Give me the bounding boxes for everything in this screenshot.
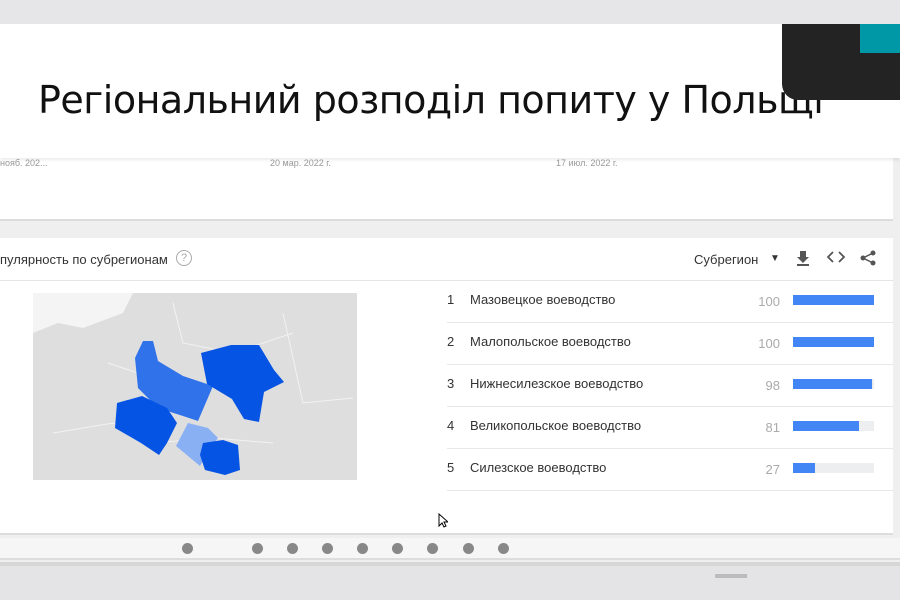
region-row[interactable]: 1 Мазовецкое воеводство 100 [447,281,893,323]
region-malopolskie [200,440,240,475]
region-value: 98 [765,378,780,393]
pagination-dot[interactable] [287,543,298,554]
region-rank: 4 [447,418,455,433]
subregion-panel: пулярность по субрегионам ? Субрегион ▼ … [0,238,893,535]
region-value: 100 [758,294,780,309]
pagination-dot[interactable] [498,543,509,554]
value-bar-fill [793,463,815,473]
region-name: Нижнесилезское воеводство [470,376,644,391]
share-icon[interactable] [860,250,876,269]
scroll-handle[interactable] [715,574,747,578]
sea-area [33,293,133,333]
timeline-card: нояб. 202... 20 мар. 2022 г. 17 июл. 202… [0,150,893,221]
panel-title: пулярность по субрегионам [0,252,168,267]
region-row[interactable]: 3 Нижнесилезское воеводство 98 [447,365,893,407]
download-icon[interactable] [796,250,810,269]
value-bar-track [793,421,874,431]
region-row[interactable]: 4 Великопольское воеводство 81 [447,407,893,449]
pagination-dot[interactable] [427,543,438,554]
value-bar-fill [793,295,874,305]
value-bar-fill [793,379,873,389]
help-icon[interactable]: ? [176,250,192,266]
value-bar-fill [793,421,859,431]
top-bar [0,0,900,24]
timeline-date: 20 мар. 2022 г. [270,158,331,168]
chevron-down-icon[interactable]: ▼ [770,253,780,264]
pagination-dot[interactable] [463,543,474,554]
timeline-date: 17 июл. 2022 г. [556,158,618,168]
region-name: Мазовецкое воеводство [470,292,616,307]
pagination-dot[interactable] [182,543,193,554]
region-rank: 3 [447,376,455,391]
region-rank: 2 [447,334,455,349]
pagination-dot[interactable] [322,543,333,554]
region-value: 27 [765,462,780,477]
region-row[interactable]: 2 Малопольское воеводство 100 [447,323,893,365]
slide-pagination [0,538,900,560]
value-bar-fill [793,337,874,347]
region-name: Силезское воеводство [470,460,607,475]
region-value: 100 [758,336,780,351]
region-name: Великопольское воеводство [470,418,642,433]
pagination-dot[interactable] [252,543,263,554]
region-rank: 5 [447,460,455,475]
value-bar-track [793,463,874,473]
panel-header: пулярность по субрегионам ? Субрегион ▼ [0,238,893,281]
timeline-date: нояб. 202... [0,158,48,168]
resolution-select[interactable]: Субрегион [694,252,758,267]
pagination-dot[interactable] [392,543,403,554]
teal-accent [860,24,900,53]
value-bar-track [793,379,874,389]
region-rank: 1 [447,292,455,307]
corner-decoration [782,24,900,100]
value-bar-track [793,337,874,347]
slide-title-banner: Регіональний розподіл попиту у Польщі [0,24,900,158]
slide-title: Регіональний розподіл попиту у Польщі [38,78,824,122]
bottom-bar [0,562,900,600]
region-row[interactable]: 5 Силезское воеводство 27 [447,449,893,491]
embed-icon[interactable] [826,250,846,267]
poland-region-map[interactable] [33,293,357,480]
pagination-dot[interactable] [357,543,368,554]
region-value: 81 [765,420,780,435]
region-name: Малопольское воеводство [470,334,631,349]
mouse-cursor [438,512,450,531]
value-bar-track [793,295,874,305]
region-mazowieckie [201,345,284,422]
